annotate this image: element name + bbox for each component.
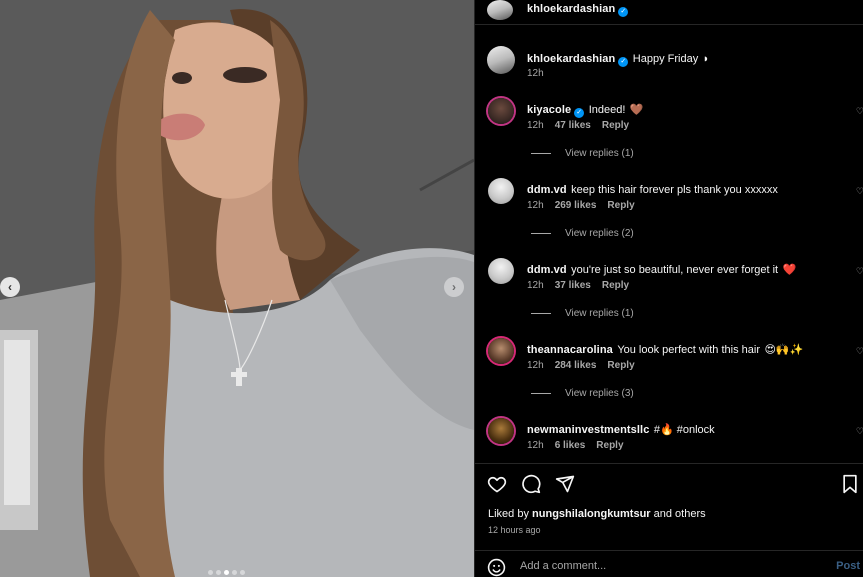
heart-icon[interactable]: ♡	[856, 346, 863, 357]
comment-likes[interactable]: 47 likes	[555, 120, 591, 131]
heart-icon[interactable]: ♡	[856, 106, 863, 117]
heart-icon[interactable]: ♡	[856, 186, 863, 197]
caption-text: Happy Friday	[632, 53, 699, 65]
comment-meta: 12h 284 likes Reply	[527, 360, 635, 371]
view-replies-button[interactable]: View replies (2)	[531, 228, 634, 239]
share-icon[interactable]	[555, 474, 575, 494]
comment-time: 12h	[527, 120, 544, 131]
reply-button[interactable]: Reply	[602, 120, 629, 131]
view-replies-button[interactable]: View replies (3)	[531, 388, 634, 399]
comment-emoji: 😍🙌✨	[764, 344, 804, 356]
comment-meta: 12h 47 likes Reply	[527, 120, 629, 131]
comment-text: you're just so beautiful, never ever for…	[571, 264, 779, 276]
comment-likes[interactable]: 269 likes	[555, 200, 597, 211]
caption-time: 12h	[527, 68, 544, 79]
comment-emoji: ❤️	[782, 264, 797, 276]
liked-by-line: Liked by nungshilalongkumtsur and others	[488, 508, 706, 520]
post-author-label[interactable]: khloekardashian	[527, 3, 615, 15]
replies-line	[531, 393, 551, 394]
replies-line	[531, 313, 551, 314]
liked-by-suffix[interactable]: and others	[651, 508, 706, 520]
heart-icon[interactable]: ♡	[856, 266, 863, 277]
view-replies-button[interactable]: View replies (1)	[531, 148, 634, 159]
avatar[interactable]	[487, 0, 513, 20]
reply-button[interactable]: Reply	[602, 280, 629, 291]
photo-scene	[0, 0, 474, 577]
comment-meta: 12h 269 likes Reply	[527, 200, 635, 211]
comment-username[interactable]: theannacarolina	[527, 344, 613, 356]
divider	[475, 550, 863, 551]
verified-badge-icon: ✓	[618, 7, 629, 17]
avatar[interactable]	[488, 258, 514, 284]
comment-input[interactable]: Add a comment...	[520, 560, 606, 572]
avatar[interactable]	[488, 98, 514, 124]
avatar[interactable]	[488, 178, 514, 204]
comment-time: 12h	[527, 200, 544, 211]
comment-meta: 12h 37 likes Reply	[527, 280, 629, 291]
comment-icon[interactable]	[521, 474, 541, 494]
heart-icon[interactable]	[487, 474, 507, 494]
caption-author[interactable]: khloekardashian	[527, 53, 615, 65]
avatar[interactable]	[487, 46, 515, 74]
heart-icon[interactable]: ♡	[856, 426, 863, 437]
post-author-name[interactable]: khloekardashian ✓	[527, 3, 629, 17]
comment-username[interactable]: kiyacole	[527, 104, 571, 116]
comment-username[interactable]: ddm.vd	[527, 184, 567, 196]
reply-button[interactable]: Reply	[596, 440, 623, 451]
caption-emoji: ◗	[702, 53, 710, 65]
liked-by-user[interactable]: nungshilalongkumtsur	[532, 508, 651, 520]
carousel-dot-active	[224, 570, 229, 575]
emoji-icon[interactable]	[487, 558, 506, 577]
comment-time: 12h	[527, 360, 544, 371]
comment-time: 12h	[527, 280, 544, 291]
view-replies-label[interactable]: View replies (1)	[565, 308, 634, 319]
reply-button[interactable]: Reply	[607, 360, 634, 371]
liked-by-prefix: Liked by	[488, 508, 533, 520]
carousel-dot	[208, 570, 213, 575]
verified-badge-icon: ✓	[618, 57, 629, 67]
view-replies-label[interactable]: View replies (1)	[565, 148, 634, 159]
view-replies-label[interactable]: View replies (3)	[565, 388, 634, 399]
carousel-dot	[216, 570, 221, 575]
avatar[interactable]	[488, 418, 514, 444]
comment-likes[interactable]: 37 likes	[555, 280, 591, 291]
posted-time[interactable]: 12 hours ago	[488, 525, 541, 535]
comment-likes[interactable]: 284 likes	[555, 360, 597, 371]
view-replies-button[interactable]: View replies (1)	[531, 308, 634, 319]
avatar[interactable]	[488, 338, 514, 364]
divider	[475, 463, 863, 464]
replies-line	[531, 233, 551, 234]
comment-text: #🔥 #onlock	[653, 424, 715, 436]
view-replies-label[interactable]: View replies (2)	[565, 228, 634, 239]
chevron-left-icon[interactable]: ‹	[0, 277, 20, 297]
comment-likes[interactable]: 6 likes	[555, 440, 586, 451]
comment-text: keep this hair forever pls thank you xxx…	[571, 184, 778, 196]
bookmark-icon[interactable]	[841, 474, 859, 494]
chevron-right-icon[interactable]: ›	[444, 277, 464, 297]
carousel-dot	[240, 570, 245, 575]
caption-meta: 12h	[527, 68, 544, 79]
post-side-panel: khloekardashian ✓ khloekardashian ✓ Happy …	[474, 0, 863, 577]
comment-meta: 12h 6 likes Reply	[527, 440, 624, 451]
comment-text: You look perfect with this hair	[617, 344, 760, 356]
verified-badge-icon: ✓	[574, 108, 585, 118]
divider	[475, 24, 863, 25]
post-header: khloekardashian ✓	[475, 0, 863, 22]
carousel-dots	[208, 570, 245, 575]
comment-username[interactable]: newmaninvestmentsllc	[527, 424, 649, 436]
comment-emoji: 🤎	[629, 104, 644, 116]
comment-time: 12h	[527, 440, 544, 451]
replies-line	[531, 153, 551, 154]
post-button[interactable]: Post	[836, 560, 860, 572]
carousel-dot	[232, 570, 237, 575]
reply-button[interactable]: Reply	[607, 200, 634, 211]
action-bar	[487, 474, 575, 494]
comment-username[interactable]: ddm.vd	[527, 264, 567, 276]
post-photo[interactable]: ‹ ›	[0, 0, 474, 577]
comment-text: Indeed!	[588, 104, 626, 116]
